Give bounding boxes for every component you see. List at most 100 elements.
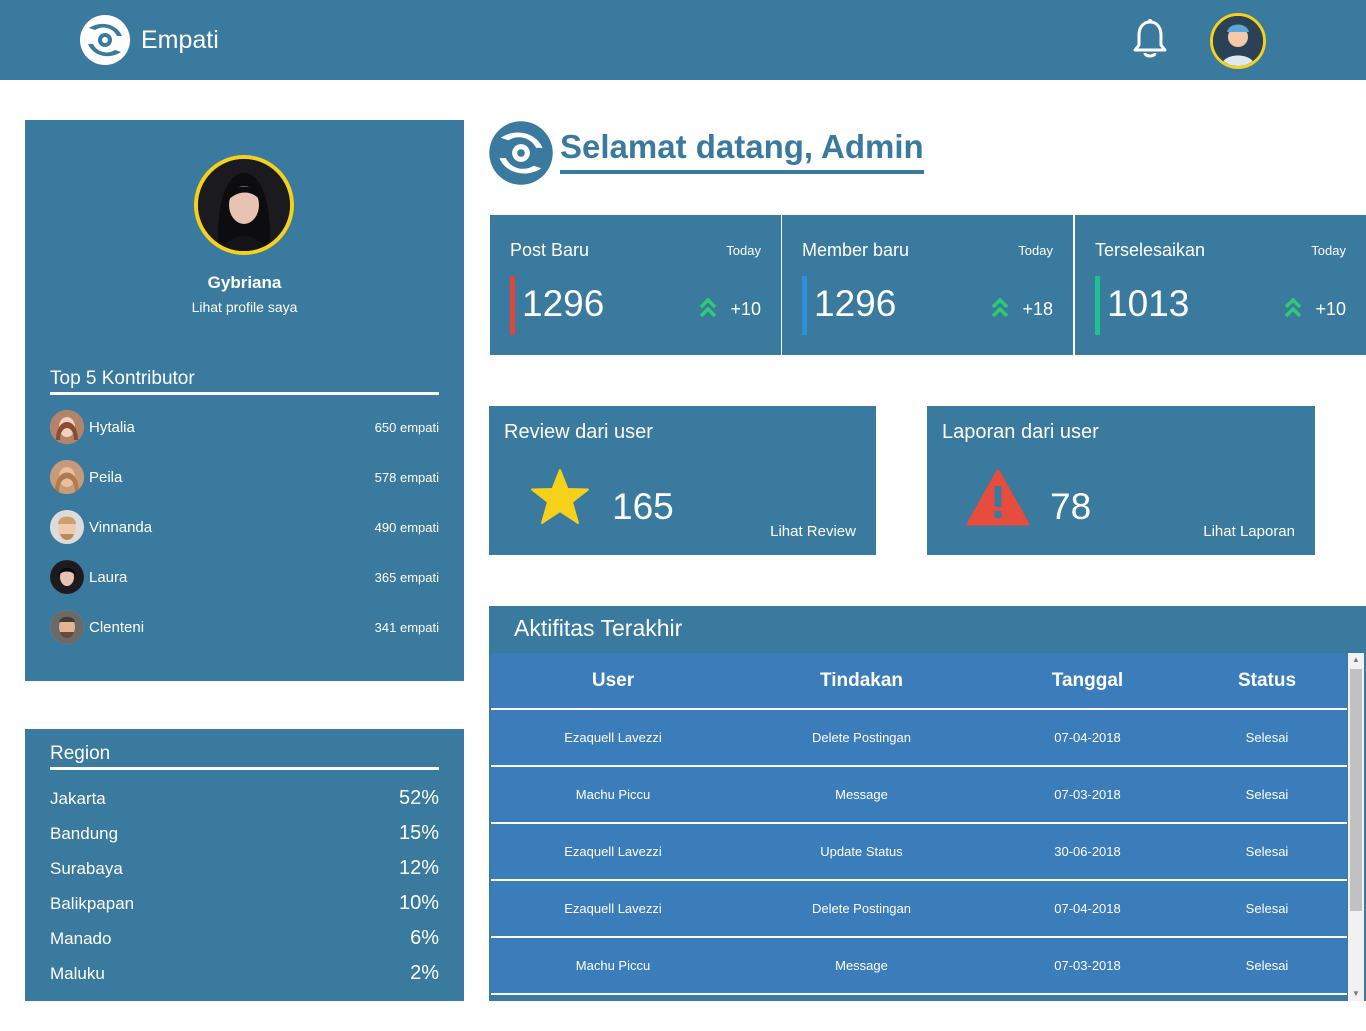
activity-title: Aktifitas Terakhir (514, 615, 683, 641)
user-avatar[interactable] (1210, 13, 1266, 69)
contributor-count: 578 empati (374, 469, 439, 485)
welcome-header: Selamat datang, Admin (488, 120, 924, 186)
report-count: 78 (1050, 486, 1092, 527)
region-row: Surabaya 12% (50, 857, 439, 880)
contributor-count: 650 empati (374, 419, 439, 435)
contributor-name: Clenteni (89, 618, 145, 636)
region-name: Maluku (50, 964, 105, 983)
user-avatar-icon (1213, 16, 1263, 66)
brand-name: Empati (141, 25, 219, 54)
activity-panel: Aktifitas Terakhir User Tindakan Tanggal… (489, 606, 1366, 1001)
contributor-item[interactable]: Clenteni 341 empati (50, 609, 439, 645)
table-row[interactable]: Machu Piccu Message 07-03-2018 Selesai (491, 938, 1347, 995)
cell-date: 07-04-2018 (1054, 730, 1121, 745)
region-name: Bandung (50, 824, 119, 843)
contributor-name: Peila (89, 468, 123, 486)
column-header-date[interactable]: Tanggal (988, 670, 1187, 692)
region-name: Jakarta (50, 789, 106, 808)
double-chevron-up-icon (991, 297, 1009, 318)
cell-date: 07-04-2018 (1054, 901, 1121, 916)
top-bar: Empati (0, 0, 1366, 80)
stat-card-completed: Terselesaikan Today 1013 +10 (1075, 215, 1366, 355)
region-panel: Region Jakarta 52% Bandung 15% Surabaya 12%… (25, 729, 464, 1001)
stat-card-member: Member baru Today 1296 +18 (782, 215, 1073, 355)
column-header-action[interactable]: Tindakan (735, 670, 988, 692)
notification-bell-icon[interactable] (1131, 18, 1169, 60)
review-card: Review dari user 165 Lihat Review (489, 406, 876, 555)
stat-period: Today (1018, 243, 1053, 258)
table-scrollbar[interactable]: ▲ ▼ (1348, 653, 1364, 1001)
profile-name: Gybriana (207, 273, 282, 292)
table-row[interactable]: Ezaquell Lavezzi Delete Postingan 07-04-… (491, 881, 1347, 938)
region-row: Jakarta 52% (50, 787, 439, 810)
region-row: Manado 6% (50, 927, 439, 950)
contributor-item[interactable]: Peila 578 empati (50, 459, 439, 495)
contributor-item[interactable]: Hytalia 650 empati (50, 409, 439, 445)
report-card: Laporan dari user 78 Lihat Laporan (927, 406, 1315, 555)
region-percent: 15% (398, 822, 439, 844)
top-contributors-title: Top 5 Kontributor (50, 368, 439, 395)
table-row[interactable]: Machu Piccu Message 07-03-2018 Selesai (491, 767, 1347, 824)
scroll-up-arrow-icon[interactable]: ▲ (1348, 653, 1364, 667)
review-count: 165 (612, 486, 674, 527)
cell-action: Delete Postingan (811, 730, 911, 745)
region-row: Balikpapan 10% (50, 892, 439, 915)
stat-value: 1296 (814, 283, 897, 324)
cell-user: Ezaquell Lavezzi (564, 844, 662, 859)
contributor-item[interactable]: Vinnanda 490 empati (50, 509, 439, 545)
column-header-status[interactable]: Status (1187, 670, 1347, 692)
contributor-avatar (50, 610, 84, 644)
stat-label: Terselesaikan (1095, 240, 1206, 260)
stat-accent-bar (510, 276, 515, 335)
stat-label: Post Baru (510, 240, 590, 260)
contributor-name: Hytalia (89, 418, 135, 436)
region-percent: 10% (398, 892, 439, 914)
contributor-item[interactable]: Laura 365 empati (50, 559, 439, 595)
contributor-count: 341 empati (374, 619, 439, 635)
report-title: Laporan dari user (942, 421, 1099, 443)
cell-action: Message (835, 787, 888, 802)
table-row[interactable]: Ezaquell Lavezzi Update Status 30-06-201… (491, 824, 1347, 881)
cell-status: Selesai (1245, 730, 1289, 745)
contributor-avatar (50, 410, 84, 444)
activity-table: User Tindakan Tanggal Status Ezaquell La… (491, 653, 1347, 995)
region-percent: 2% (410, 962, 439, 984)
empati-logo-icon (489, 121, 553, 185)
stat-accent-bar (1095, 276, 1100, 335)
scroll-down-arrow-icon[interactable]: ▼ (1348, 987, 1364, 1001)
table-row[interactable]: Ezaquell Lavezzi Delete Postingan 07-04-… (491, 710, 1347, 767)
brand[interactable]: Empati (79, 14, 219, 66)
region-row: Maluku 2% (50, 962, 439, 985)
stat-delta: +10 (730, 299, 761, 319)
contributor-count: 490 empati (374, 519, 439, 535)
scrollbar-thumb[interactable] (1350, 669, 1362, 911)
region-name: Surabaya (50, 859, 123, 878)
cell-action: Update Status (820, 844, 903, 859)
star-icon (531, 469, 589, 524)
region-percent: 52% (398, 787, 439, 809)
view-profile-link[interactable]: Lihat profile saya (25, 299, 464, 315)
view-report-link[interactable]: Lihat Laporan (1203, 523, 1295, 540)
stat-value: 1013 (1107, 283, 1190, 324)
view-review-link[interactable]: Lihat Review (770, 523, 856, 540)
region-percent: 12% (398, 857, 439, 879)
cell-user: Ezaquell Lavezzi (564, 730, 662, 745)
profile-photo (198, 159, 290, 251)
stat-delta: +10 (1315, 299, 1346, 319)
region-name: Manado (50, 929, 112, 948)
contributor-count: 365 empati (374, 569, 439, 585)
empati-logo-icon (80, 15, 130, 65)
page-title: Selamat datang, Admin (560, 128, 924, 174)
cell-user: Machu Piccu (575, 787, 651, 802)
region-title: Region (50, 743, 439, 770)
region-row: Bandung 15% (50, 822, 439, 845)
stat-value: 1296 (522, 283, 605, 324)
profile-avatar[interactable] (194, 155, 294, 255)
cell-user: Machu Piccu (575, 958, 651, 973)
cell-action: Delete Postingan (811, 901, 911, 916)
cell-status: Selesai (1245, 844, 1289, 859)
region-name: Balikpapan (50, 894, 135, 913)
cell-date: 07-03-2018 (1054, 958, 1121, 973)
column-header-user[interactable]: User (491, 670, 735, 692)
region-percent: 6% (410, 927, 439, 949)
